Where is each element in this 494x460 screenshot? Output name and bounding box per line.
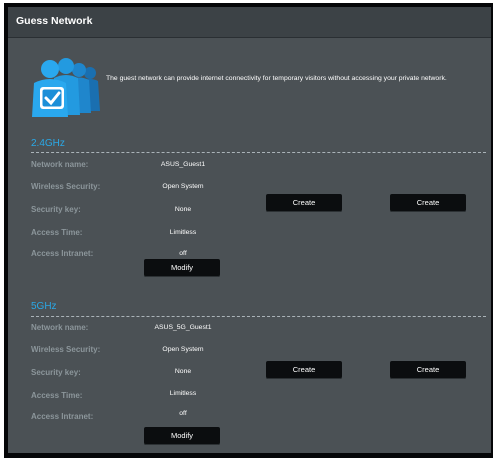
band-title-2-4ghz: 2.4GHz	[31, 138, 65, 149]
value-wireless-security: Open System	[162, 346, 204, 353]
guest-network-panel: Guess Network The guest network can prov…	[8, 7, 491, 453]
create-button-2[interactable]: Create	[390, 361, 466, 379]
label-security-key: Security key:	[31, 205, 81, 214]
label-security-key: Security key:	[31, 368, 81, 377]
create-button-1[interactable]: Create	[266, 194, 342, 212]
value-network-name: ASUS_Guest1	[160, 161, 206, 168]
guest-users-icon	[22, 53, 108, 119]
panel-header: Guess Network	[8, 7, 491, 38]
value-access-intranet: off	[179, 410, 187, 417]
modify-button[interactable]: Modify	[144, 427, 220, 445]
label-access-time: Access Time:	[31, 228, 83, 237]
modify-button[interactable]: Modify	[144, 259, 220, 277]
label-access-time: Access Time:	[31, 391, 83, 400]
section-divider	[31, 316, 486, 317]
create-button-1[interactable]: Create	[266, 361, 342, 379]
intro-description: The guest network can provide internet c…	[106, 75, 447, 82]
label-access-intranet: Access Intranet:	[31, 249, 94, 258]
label-wireless-security: Wireless Security:	[31, 182, 101, 191]
panel-title: Guess Network	[16, 15, 93, 27]
value-network-name: ASUS_5G_Guest1	[154, 324, 212, 331]
label-network-name: Network name:	[31, 323, 89, 332]
value-security-key: None	[174, 368, 192, 375]
label-access-intranet: Access Intranet:	[31, 412, 94, 421]
create-button-2[interactable]: Create	[390, 194, 466, 212]
label-wireless-security: Wireless Security:	[31, 345, 101, 354]
label-network-name: Network name:	[31, 160, 89, 169]
section-divider	[31, 152, 486, 153]
value-access-time: Limitless	[169, 229, 197, 236]
value-access-intranet: off	[179, 250, 187, 257]
value-access-time: Limitless	[169, 390, 197, 397]
value-security-key: None	[174, 206, 192, 213]
band-title-5ghz: 5GHz	[31, 301, 57, 312]
value-wireless-security: Open System	[162, 183, 204, 190]
